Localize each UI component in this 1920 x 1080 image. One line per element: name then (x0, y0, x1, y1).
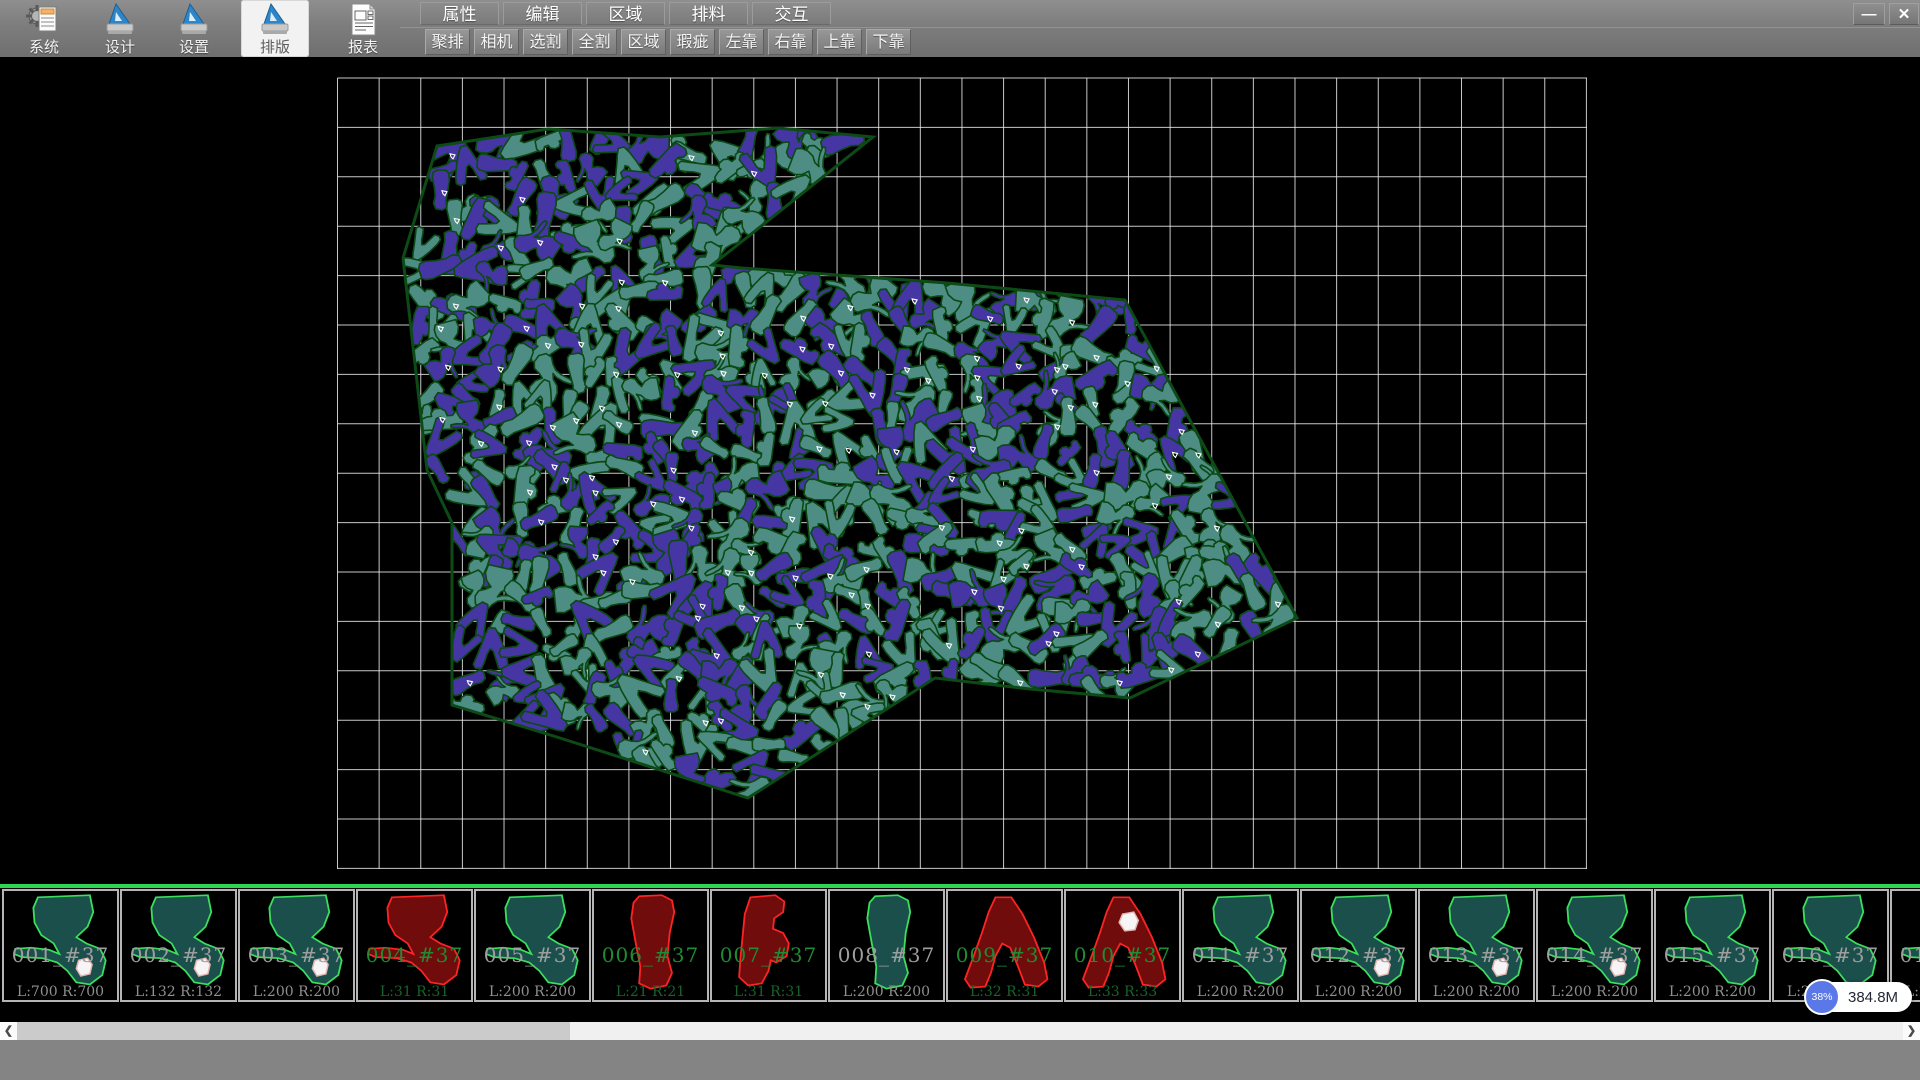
horizontal-scrollbar[interactable]: ❮ ❯ (0, 1022, 1920, 1040)
piece-cell-008_#37[interactable]: 008_#37L:200 R:200 (828, 889, 945, 1002)
piece-cell-007_#37[interactable]: 007_#37L:31 R:31 (710, 889, 827, 1002)
piece-shape (712, 891, 825, 996)
piece-shape (1656, 891, 1769, 996)
set-square-icon (258, 2, 292, 36)
menu-tab-排料[interactable]: 排料 (669, 2, 748, 25)
piece-shape (358, 891, 471, 996)
action-button-相机[interactable]: 相机 (474, 29, 519, 55)
main-button-报表[interactable]: 报表 (329, 0, 397, 57)
set-square-icon (103, 2, 137, 36)
piece-cell-012_#37[interactable]: 012_#37L:200 R:200 (1300, 889, 1417, 1002)
memory-amount: 384.8M (1848, 989, 1898, 1006)
nested-pieces (401, 111, 1294, 818)
main-button-label: 排版 (260, 36, 290, 57)
piece-shape (1892, 891, 1920, 996)
piece-shape (594, 891, 707, 996)
piece-cell-005_#37[interactable]: 005_#37L:200 R:200 (474, 889, 591, 1002)
minimize-button[interactable]: — (1853, 3, 1885, 25)
set-square-icon (177, 2, 211, 36)
piece-cell-001_#37[interactable]: 001_#37L:700 R:700 (2, 889, 119, 1002)
piece-shape (1066, 891, 1179, 996)
action-button-瑕疵[interactable]: 瑕疵 (670, 29, 715, 55)
menu-tab-编辑[interactable]: 编辑 (503, 2, 582, 25)
piece-shape (240, 891, 353, 996)
piece-shape (1538, 891, 1651, 996)
report-doc-icon (346, 2, 380, 36)
piece-cell-013_#37[interactable]: 013_#37L:200 R:200 (1418, 889, 1535, 1002)
piece-cell-014_#37[interactable]: 014_#37L:200 R:200 (1536, 889, 1653, 1002)
main-button-label: 报表 (348, 36, 378, 57)
piece-cell-011_#37[interactable]: 011_#37L:200 R:200 (1182, 889, 1299, 1002)
piece-cell-004_#37[interactable]: 004_#37L:31 R:31 (356, 889, 473, 1002)
piece-shape (122, 891, 235, 996)
memory-percent: 38% (1811, 991, 1832, 1003)
piece-cell-006_#37[interactable]: 006_#37L:21 R:21 (592, 889, 709, 1002)
piece-cell-010_#37[interactable]: 010_#37L:33 R:33 (1064, 889, 1181, 1002)
main-button-系统[interactable]: 系统 (10, 0, 78, 57)
main-button-label: 设计 (105, 36, 135, 57)
action-button-上靠[interactable]: 上靠 (817, 29, 862, 55)
piece-shape (476, 891, 589, 996)
menu-tab-交互[interactable]: 交互 (752, 2, 831, 25)
action-button-区域[interactable]: 区域 (621, 29, 666, 55)
piece-cell-015_#37[interactable]: 015_#37L:200 R:200 (1654, 889, 1771, 1002)
piece-cell-003_#37[interactable]: 003_#37L:200 R:200 (238, 889, 355, 1002)
system-gear-icon (26, 2, 62, 36)
main-button-排版[interactable]: 排版 (241, 0, 309, 57)
menu-tab-属性[interactable]: 属性 (420, 2, 499, 25)
scroll-right-button[interactable]: ❯ (1903, 1022, 1920, 1040)
close-button[interactable]: ✕ (1889, 3, 1919, 25)
memory-percent-indicator: 38% (1804, 979, 1840, 1015)
piece-thumbnail-strip: 001_#37L:700 R:700002_#37L:132 R:132003_… (0, 884, 1920, 1022)
action-button-左靠[interactable]: 左靠 (719, 29, 764, 55)
piece-shape (4, 891, 117, 996)
nesting-canvas-area[interactable] (0, 57, 1920, 884)
piece-cell-list: 001_#37L:700 R:700002_#37L:132 R:132003_… (2, 889, 1920, 1002)
menu-tab-区域[interactable]: 区域 (586, 2, 665, 25)
action-button-右靠[interactable]: 右靠 (768, 29, 813, 55)
piece-shape (1302, 891, 1415, 996)
action-button-选割[interactable]: 选割 (523, 29, 568, 55)
main-button-设置[interactable]: 设置 (160, 0, 228, 57)
toolbar: 系统设计设置排版报表 属性编辑区域排料交互 聚排相机选割全割区域瑕疵左靠右靠上靠… (0, 0, 1920, 57)
action-button-聚排[interactable]: 聚排 (425, 29, 470, 55)
piece-shape (948, 891, 1061, 996)
piece-shape (830, 891, 943, 996)
action-button-下靠[interactable]: 下靠 (866, 29, 911, 55)
main-button-label: 设置 (179, 36, 209, 57)
main-button-label: 系统 (29, 36, 59, 57)
piece-shape (1420, 891, 1533, 996)
nesting-app-window: 系统设计设置排版报表 属性编辑区域排料交互 聚排相机选割全割区域瑕疵左靠右靠上靠… (0, 0, 1920, 1080)
memory-usage-badge[interactable]: 38% 384.8M (1806, 982, 1912, 1012)
main-button-设计[interactable]: 设计 (86, 0, 154, 57)
piece-cell-009_#37[interactable]: 009_#37L:32 R:31 (946, 889, 1063, 1002)
status-bar (0, 1040, 1920, 1080)
nesting-canvas[interactable] (0, 57, 1920, 884)
piece-cell-002_#37[interactable]: 002_#37L:132 R:132 (120, 889, 237, 1002)
toolbar-divider (400, 27, 1920, 28)
scroll-left-button[interactable]: ❮ (0, 1022, 17, 1040)
scrollbar-thumb[interactable] (17, 1022, 570, 1040)
piece-shape (1184, 891, 1297, 996)
action-button-全割[interactable]: 全割 (572, 29, 617, 55)
